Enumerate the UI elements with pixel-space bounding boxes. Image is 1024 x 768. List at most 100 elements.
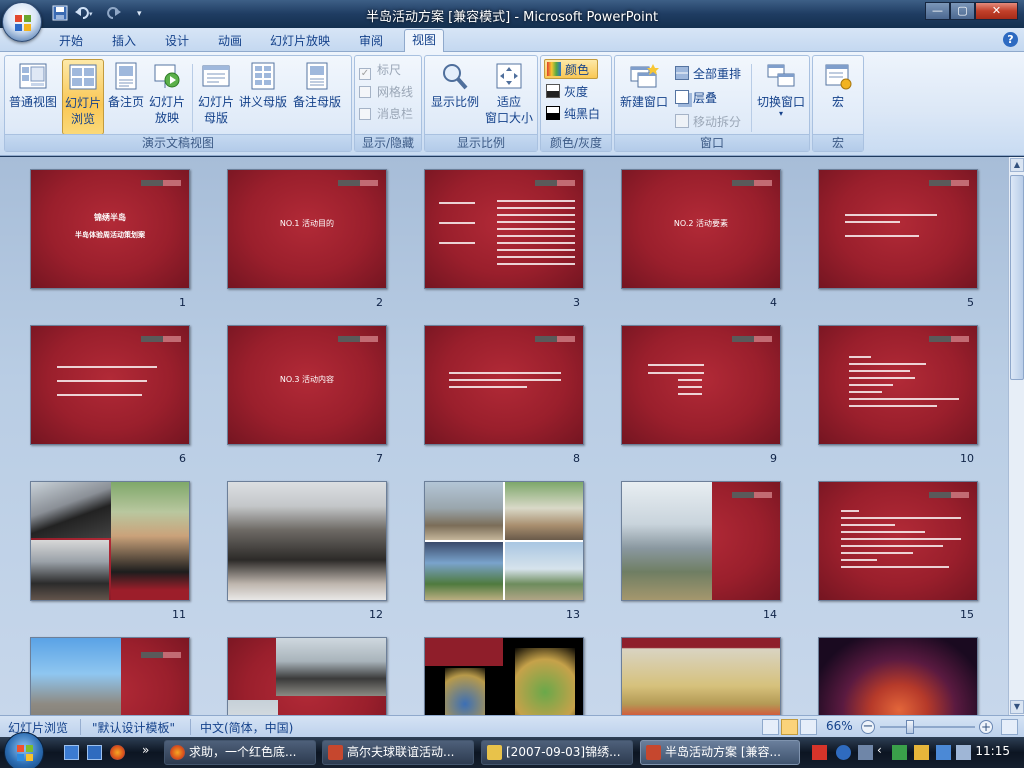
sogou-input-icon[interactable] xyxy=(812,745,827,760)
network-icon[interactable] xyxy=(936,745,951,760)
slide-thumbnail[interactable] xyxy=(30,637,190,715)
slide-thumbnail[interactable] xyxy=(621,481,781,601)
slide-thumbnail[interactable] xyxy=(424,325,584,445)
switch-windows-icon[interactable] xyxy=(87,745,102,760)
tab-insert[interactable]: 插入 xyxy=(105,31,143,52)
title-bar: ▾ ▾ 半岛活动方案 [兼容模式] - Microsoft PowerPoint… xyxy=(0,0,1024,28)
show-desktop-icon[interactable] xyxy=(64,745,79,760)
slide-thumbnail[interactable] xyxy=(621,637,781,715)
switch-windows-label: 切换窗口 xyxy=(756,95,805,109)
maximize-button[interactable]: ▢ xyxy=(950,2,975,20)
slide-thumbnail[interactable] xyxy=(818,325,978,445)
zoom-out-icon[interactable]: − xyxy=(861,720,875,734)
move-split-button[interactable]: 移动拆分 xyxy=(675,112,741,132)
slide-photo xyxy=(505,542,583,600)
slide-thumbnail[interactable]: 锦绣半岛 半岛体验周活动策划案 xyxy=(30,169,190,289)
arrange-all-button[interactable]: 全部重排 xyxy=(675,64,741,84)
group-macros: 宏 宏 xyxy=(812,55,864,152)
zoom-slider-thumb[interactable] xyxy=(905,720,914,734)
slide-thumbnail[interactable] xyxy=(818,481,978,601)
status-language[interactable]: 中文(简体，中国) xyxy=(200,719,293,736)
slide-photo xyxy=(425,638,503,666)
firefox-icon[interactable] xyxy=(110,745,125,760)
tab-view[interactable]: 视图 xyxy=(404,29,445,53)
zoom-in-icon[interactable]: + xyxy=(979,720,993,734)
clock[interactable]: 11:15 xyxy=(975,744,1010,758)
slide-thumbnail[interactable] xyxy=(227,481,387,601)
slide-number: 8 xyxy=(573,452,580,465)
macros-button[interactable]: 宏 xyxy=(816,59,860,110)
slide-show-view-icon[interactable] xyxy=(800,719,817,735)
black-white-button[interactable]: 纯黑白 xyxy=(546,104,600,124)
zoom-percentage[interactable]: 66% xyxy=(826,719,853,733)
fit-slide-icon[interactable] xyxy=(1001,719,1018,735)
tab-design[interactable]: 设计 xyxy=(158,31,196,52)
zoom-button[interactable]: 显示比例 xyxy=(428,59,482,110)
notes-page-button[interactable]: 备注页 xyxy=(106,59,146,110)
slide-master-button[interactable]: 幻灯片 母版 xyxy=(195,59,237,126)
task-label: 高尔夫球联谊活动... xyxy=(347,745,455,759)
vertical-scrollbar[interactable]: ▲ ▼ xyxy=(1008,157,1024,715)
tab-review[interactable]: 审阅 xyxy=(352,31,390,52)
quick-launch-more-icon[interactable]: » xyxy=(142,743,149,757)
slide-photo xyxy=(276,638,386,696)
start-button[interactable] xyxy=(4,732,44,768)
slide-show-button[interactable]: 幻灯片 放映 xyxy=(147,59,187,126)
slide-thumbnail[interactable] xyxy=(424,481,584,601)
slide-thumbnail[interactable] xyxy=(227,637,387,715)
slide-title: 锦绣半岛 xyxy=(94,213,126,222)
zoom-slider-track[interactable] xyxy=(880,726,975,728)
tray-app-icon[interactable] xyxy=(914,745,929,760)
new-window-icon xyxy=(630,64,659,88)
scroll-up-icon[interactable]: ▲ xyxy=(1010,158,1024,172)
color-button[interactable]: 颜色 xyxy=(544,59,598,79)
notes-master-button[interactable]: 备注母版 xyxy=(291,59,343,110)
slide-master-icon xyxy=(202,65,230,87)
slide-thumbnail[interactable] xyxy=(818,169,978,289)
new-window-button[interactable]: 新建窗口 xyxy=(618,59,670,110)
slide-thumbnail[interactable]: NO.3 活动内容 xyxy=(227,325,387,445)
message-bar-checkbox[interactable]: 消息栏 xyxy=(359,104,413,124)
ruler-checkbox[interactable]: ✓ 标尺 xyxy=(359,60,401,80)
slide-thumbnail[interactable] xyxy=(424,637,584,715)
slide-sorter-view-icon[interactable] xyxy=(781,719,798,735)
grayscale-button[interactable]: 灰度 xyxy=(546,82,588,102)
taskbar-task-active[interactable]: 半岛活动方案 [兼容... xyxy=(640,740,800,765)
tab-home[interactable]: 开始 xyxy=(52,31,90,52)
scroll-thumb[interactable] xyxy=(1010,175,1024,380)
taskbar-task[interactable]: 高尔夫球联谊活动... xyxy=(322,740,474,765)
slide-number: 2 xyxy=(376,296,383,309)
slide-thumbnail[interactable]: NO.2 活动要素 xyxy=(621,169,781,289)
slide-thumbnail[interactable] xyxy=(30,481,190,601)
slide-photo xyxy=(31,540,109,600)
volume-icon[interactable] xyxy=(956,745,971,760)
slide-thumbnail[interactable] xyxy=(424,169,584,289)
cascade-button[interactable]: 层叠 xyxy=(675,88,717,108)
minimize-button[interactable]: — xyxy=(925,2,950,20)
switch-windows-button[interactable]: 切换窗口 ▾ xyxy=(755,59,807,118)
office-button[interactable] xyxy=(2,2,42,42)
slide-thumbnail[interactable] xyxy=(621,325,781,445)
slide-sorter-button[interactable]: 幻灯片 浏览 xyxy=(62,59,104,135)
scroll-down-icon[interactable]: ▼ xyxy=(1010,700,1024,714)
chevron-left-icon[interactable]: ‹ xyxy=(877,743,885,758)
normal-view-label: 普通视图 xyxy=(8,95,57,109)
slide-thumbnail[interactable] xyxy=(30,325,190,445)
security-shield-icon[interactable] xyxy=(892,745,907,760)
tab-slide-show[interactable]: 幻灯片放映 xyxy=(263,31,337,52)
help-icon[interactable] xyxy=(836,745,851,760)
tab-animations[interactable]: 动画 xyxy=(211,31,249,52)
normal-view-icon[interactable] xyxy=(762,719,779,735)
fit-to-window-button[interactable]: 适应 窗口大小 xyxy=(483,59,535,126)
slide-text-block xyxy=(57,366,157,401)
tray-options-icon[interactable] xyxy=(858,745,873,760)
help-icon[interactable]: ? xyxy=(1003,32,1018,47)
taskbar-task[interactable]: [2007-09-03]锦绣... xyxy=(481,740,633,765)
taskbar-task[interactable]: 求助，一个红色底... xyxy=(164,740,316,765)
handout-master-button[interactable]: 讲义母版 xyxy=(237,59,289,110)
close-button[interactable]: ✕ xyxy=(975,2,1018,20)
normal-view-button[interactable]: 普通视图 xyxy=(8,59,58,110)
slide-thumbnail[interactable] xyxy=(818,637,978,715)
slide-thumbnail[interactable]: NO.1 活动目的 xyxy=(227,169,387,289)
gridlines-checkbox[interactable]: 网格线 xyxy=(359,82,413,102)
